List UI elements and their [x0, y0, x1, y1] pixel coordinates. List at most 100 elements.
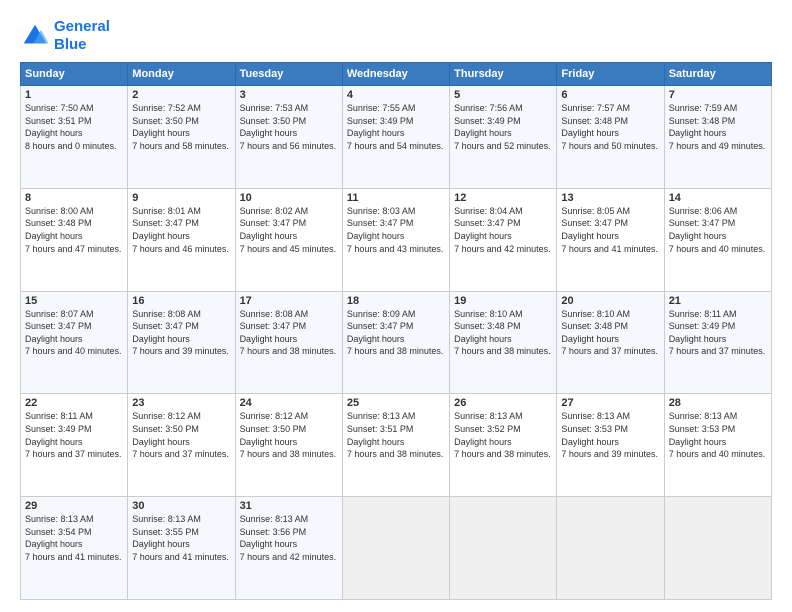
calendar-cell: 15 Sunrise: 8:07 AM Sunset: 3:47 PM Dayl… — [21, 291, 128, 394]
sunset-label: Sunset: 3:47 PM — [454, 218, 521, 228]
calendar-cell: 12 Sunrise: 8:04 AM Sunset: 3:47 PM Dayl… — [450, 188, 557, 291]
daylight-value: 7 hours and 49 minutes. — [669, 141, 766, 151]
day-number: 15 — [25, 295, 123, 307]
day-info: Sunrise: 8:13 AM Sunset: 3:55 PM Dayligh… — [132, 513, 230, 563]
sunrise-label: Sunrise: 7:56 AM — [454, 103, 523, 113]
daylight-value: 8 hours and 0 minutes. — [25, 141, 117, 151]
sunrise-label: Sunrise: 8:04 AM — [454, 206, 523, 216]
calendar-cell: 26 Sunrise: 8:13 AM Sunset: 3:52 PM Dayl… — [450, 394, 557, 497]
daylight-label: Daylight hours — [347, 437, 405, 447]
day-info: Sunrise: 7:59 AM Sunset: 3:48 PM Dayligh… — [669, 102, 767, 152]
sunset-label: Sunset: 3:53 PM — [669, 424, 736, 434]
day-number: 30 — [132, 500, 230, 512]
sunset-label: Sunset: 3:47 PM — [240, 321, 307, 331]
daylight-value: 7 hours and 37 minutes. — [25, 449, 122, 459]
calendar-cell: 17 Sunrise: 8:08 AM Sunset: 3:47 PM Dayl… — [235, 291, 342, 394]
calendar-cell: 16 Sunrise: 8:08 AM Sunset: 3:47 PM Dayl… — [128, 291, 235, 394]
sunrise-label: Sunrise: 8:13 AM — [240, 514, 309, 524]
sunset-label: Sunset: 3:52 PM — [454, 424, 521, 434]
day-number: 19 — [454, 295, 552, 307]
daylight-label: Daylight hours — [25, 128, 83, 138]
daylight-label: Daylight hours — [25, 437, 83, 447]
daylight-label: Daylight hours — [561, 334, 619, 344]
sunset-label: Sunset: 3:49 PM — [454, 116, 521, 126]
day-info: Sunrise: 7:57 AM Sunset: 3:48 PM Dayligh… — [561, 102, 659, 152]
daylight-label: Daylight hours — [132, 334, 190, 344]
sunset-label: Sunset: 3:51 PM — [347, 424, 414, 434]
day-info: Sunrise: 7:52 AM Sunset: 3:50 PM Dayligh… — [132, 102, 230, 152]
sunrise-label: Sunrise: 7:57 AM — [561, 103, 630, 113]
daylight-value: 7 hours and 43 minutes. — [347, 244, 444, 254]
daylight-value: 7 hours and 45 minutes. — [240, 244, 337, 254]
daylight-label: Daylight hours — [25, 334, 83, 344]
calendar-cell — [664, 497, 771, 600]
calendar-cell: 28 Sunrise: 8:13 AM Sunset: 3:53 PM Dayl… — [664, 394, 771, 497]
daylight-label: Daylight hours — [347, 334, 405, 344]
daylight-label: Daylight hours — [669, 334, 727, 344]
sunrise-label: Sunrise: 8:13 AM — [454, 411, 523, 421]
calendar-cell: 11 Sunrise: 8:03 AM Sunset: 3:47 PM Dayl… — [342, 188, 449, 291]
daylight-value: 7 hours and 39 minutes. — [561, 449, 658, 459]
daylight-label: Daylight hours — [669, 437, 727, 447]
week-row: 29 Sunrise: 8:13 AM Sunset: 3:54 PM Dayl… — [21, 497, 772, 600]
day-number: 18 — [347, 295, 445, 307]
daylight-label: Daylight hours — [25, 231, 83, 241]
calendar-cell: 19 Sunrise: 8:10 AM Sunset: 3:48 PM Dayl… — [450, 291, 557, 394]
daylight-value: 7 hours and 42 minutes. — [454, 244, 551, 254]
calendar-table: SundayMondayTuesdayWednesdayThursdayFrid… — [20, 62, 772, 600]
day-number: 27 — [561, 397, 659, 409]
calendar-cell: 13 Sunrise: 8:05 AM Sunset: 3:47 PM Dayl… — [557, 188, 664, 291]
day-info: Sunrise: 8:10 AM Sunset: 3:48 PM Dayligh… — [454, 308, 552, 358]
day-info: Sunrise: 8:00 AM Sunset: 3:48 PM Dayligh… — [25, 205, 123, 255]
day-number: 14 — [669, 192, 767, 204]
daylight-value: 7 hours and 38 minutes. — [347, 346, 444, 356]
sunset-label: Sunset: 3:47 PM — [347, 321, 414, 331]
calendar-cell: 30 Sunrise: 8:13 AM Sunset: 3:55 PM Dayl… — [128, 497, 235, 600]
sunrise-label: Sunrise: 8:06 AM — [669, 206, 738, 216]
day-number: 9 — [132, 192, 230, 204]
day-number: 24 — [240, 397, 338, 409]
week-row: 8 Sunrise: 8:00 AM Sunset: 3:48 PM Dayli… — [21, 188, 772, 291]
sunset-label: Sunset: 3:54 PM — [25, 527, 92, 537]
logo-icon — [20, 21, 50, 51]
sunrise-label: Sunrise: 8:02 AM — [240, 206, 309, 216]
logo-general: General — [54, 18, 110, 35]
calendar-cell: 4 Sunrise: 7:55 AM Sunset: 3:49 PM Dayli… — [342, 86, 449, 189]
day-info: Sunrise: 8:02 AM Sunset: 3:47 PM Dayligh… — [240, 205, 338, 255]
sunset-label: Sunset: 3:48 PM — [25, 218, 92, 228]
sunrise-label: Sunrise: 8:05 AM — [561, 206, 630, 216]
sunset-label: Sunset: 3:47 PM — [132, 218, 199, 228]
calendar-cell: 14 Sunrise: 8:06 AM Sunset: 3:47 PM Dayl… — [664, 188, 771, 291]
daylight-label: Daylight hours — [454, 334, 512, 344]
day-info: Sunrise: 8:11 AM Sunset: 3:49 PM Dayligh… — [669, 308, 767, 358]
day-number: 25 — [347, 397, 445, 409]
header-day: Friday — [557, 63, 664, 86]
daylight-value: 7 hours and 37 minutes. — [561, 346, 658, 356]
sunrise-label: Sunrise: 8:13 AM — [347, 411, 416, 421]
calendar-cell: 8 Sunrise: 8:00 AM Sunset: 3:48 PM Dayli… — [21, 188, 128, 291]
daylight-label: Daylight hours — [240, 437, 298, 447]
day-info: Sunrise: 8:13 AM Sunset: 3:51 PM Dayligh… — [347, 410, 445, 460]
day-number: 26 — [454, 397, 552, 409]
daylight-value: 7 hours and 47 minutes. — [25, 244, 122, 254]
calendar-cell: 3 Sunrise: 7:53 AM Sunset: 3:50 PM Dayli… — [235, 86, 342, 189]
sunset-label: Sunset: 3:47 PM — [347, 218, 414, 228]
sunset-label: Sunset: 3:50 PM — [240, 116, 307, 126]
calendar-cell: 9 Sunrise: 8:01 AM Sunset: 3:47 PM Dayli… — [128, 188, 235, 291]
daylight-label: Daylight hours — [132, 437, 190, 447]
sunset-label: Sunset: 3:50 PM — [132, 116, 199, 126]
daylight-label: Daylight hours — [25, 539, 83, 549]
sunset-label: Sunset: 3:55 PM — [132, 527, 199, 537]
day-info: Sunrise: 7:50 AM Sunset: 3:51 PM Dayligh… — [25, 102, 123, 152]
daylight-label: Daylight hours — [132, 128, 190, 138]
sunset-label: Sunset: 3:51 PM — [25, 116, 92, 126]
sunrise-label: Sunrise: 8:11 AM — [669, 309, 737, 319]
daylight-value: 7 hours and 40 minutes. — [25, 346, 122, 356]
day-info: Sunrise: 8:01 AM Sunset: 3:47 PM Dayligh… — [132, 205, 230, 255]
sunrise-label: Sunrise: 7:52 AM — [132, 103, 201, 113]
sunrise-label: Sunrise: 8:13 AM — [132, 514, 201, 524]
daylight-value: 7 hours and 37 minutes. — [132, 449, 229, 459]
day-number: 17 — [240, 295, 338, 307]
sunset-label: Sunset: 3:56 PM — [240, 527, 307, 537]
calendar-cell: 10 Sunrise: 8:02 AM Sunset: 3:47 PM Dayl… — [235, 188, 342, 291]
